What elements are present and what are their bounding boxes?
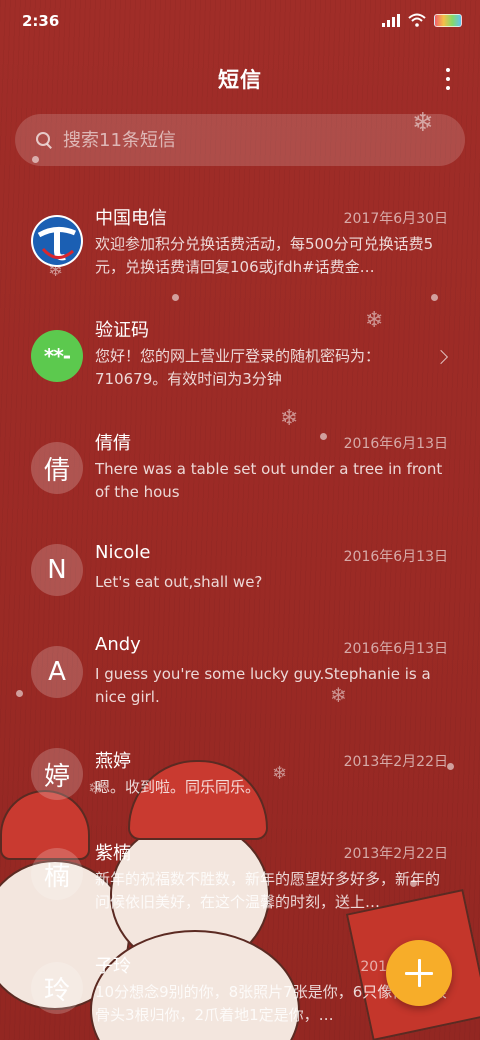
message-preview: I guess you're some lucky guy.Stephanie … [95,665,431,706]
signal-icon [382,13,400,27]
messages-screen: ❄ ❄ ❄ ❄ ❄ ❄ ❄ 2:36 短信 搜索11条短信 中国电信 2017年… [0,0,480,1040]
compose-button[interactable] [386,940,452,1006]
message-item-china-telecom[interactable]: 中国电信 2017年6月30日 欢迎参加积分兑换话费活动，每500分可兑换话费5… [0,190,480,300]
avatar: N [31,544,83,596]
message-preview: 嗯。收到啦。同乐同乐。 [95,778,261,796]
avatar: 玲 [31,962,83,1014]
message-date: 2017年6月30日 [343,211,448,227]
message-sender: 验证码 [95,320,149,341]
more-options-button[interactable] [442,68,454,90]
china-telecom-logo-icon [31,215,83,267]
message-preview: 新年的祝福数不胜数，新年的愿望好多好多，新年的问候依旧美好，在这个温馨的时刻，送… [95,870,441,911]
search-icon [35,131,53,149]
message-preview: There was a table set out under a tree i… [95,460,443,501]
message-sender: Nicole [95,542,151,563]
avatar: 楠 [31,848,83,900]
avatar: 倩 [31,442,83,494]
message-date: 2016年6月13日 [343,641,448,657]
message-date: 2013年2月22日 [343,754,448,770]
message-preview: 欢迎参加积分兑换话费活动，每500分可兑换话费5元，兑换话费请回复106或jfd… [95,235,434,276]
message-sender: 燕婷 [95,751,131,772]
status-time: 2:36 [22,12,60,30]
chevron-right-icon [433,349,449,365]
status-icons [382,13,462,27]
message-date: 2013年2月22日 [343,846,448,862]
message-item[interactable]: 楠 紫楠 2013年2月22日 新年的祝福数不胜数，新年的愿望好多好多，新年的问… [0,825,480,935]
message-sender: 紫楠 [95,843,131,864]
dot-icon [446,68,450,72]
dot-icon [446,77,450,81]
message-item[interactable]: A Andy 2016年6月13日 I guess you're some lu… [0,620,480,730]
battery-icon [434,13,462,27]
avatar: 婷 [31,748,83,800]
search-input[interactable] [63,129,423,151]
message-sender: 中国电信 [95,208,167,229]
message-item-verification-code[interactable]: **- 验证码 您好！您的网上营业厅登录的随机密码为：710679。有效时间为3… [0,302,480,412]
status-bar: 2:36 [0,0,480,44]
dot-icon [446,86,450,90]
plus-icon [405,959,433,987]
avatar: A [31,646,83,698]
wifi-icon [408,13,426,27]
message-preview: Let's eat out,shall we? [95,573,263,591]
message-preview: 您好！您的网上营业厅登录的随机密码为：710679。有效时间为3分钟 [95,347,381,388]
message-item[interactable]: 倩 倩倩 2016年6月13日 There was a table set ou… [0,415,480,525]
message-date: 2016年6月13日 [343,549,448,565]
message-sender: 子玲 [95,956,131,977]
message-date: 2016年6月13日 [343,436,448,452]
message-sender: Andy [95,634,141,655]
avatar: **- [31,330,83,382]
message-sender: 倩倩 [95,433,131,454]
search-bar[interactable] [15,114,465,166]
page-title: 短信 [218,68,262,92]
